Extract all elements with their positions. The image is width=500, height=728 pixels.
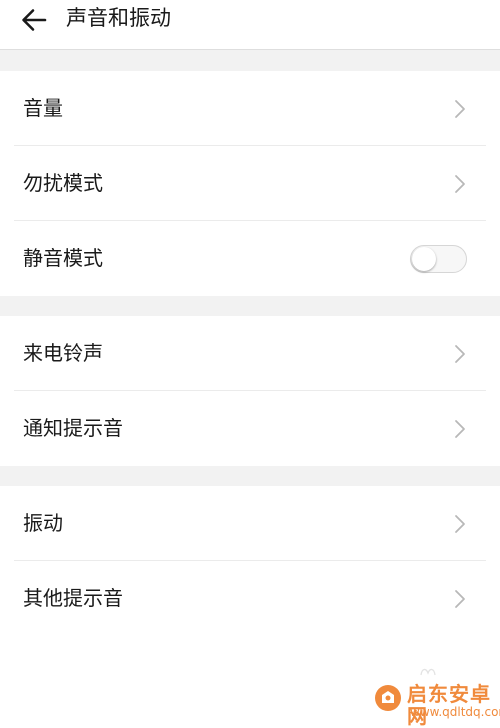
settings-group-vibration: 振动 其他提示音	[0, 486, 500, 636]
chevron-right-icon	[455, 420, 465, 438]
settings-row-other-sounds[interactable]: 其他提示音	[0, 561, 500, 636]
back-button[interactable]	[14, 2, 54, 38]
arrow-left-icon	[22, 9, 47, 31]
page-title: 声音和振动	[66, 6, 171, 30]
watermark-logo-icon	[375, 685, 401, 711]
chevron-right-icon	[455, 590, 465, 608]
settings-group-sound: 音量 勿扰模式 静音模式	[0, 71, 500, 296]
watermark-site-url: www.qdltdq.com	[410, 705, 500, 719]
settings-row-volume[interactable]: 音量	[0, 71, 500, 146]
settings-row-label: 来电铃声	[23, 341, 103, 365]
toggle-knob	[412, 247, 436, 271]
settings-row-ringtone[interactable]: 来电铃声	[0, 316, 500, 391]
settings-row-label: 其他提示音	[23, 586, 123, 610]
silent-mode-toggle[interactable]	[410, 245, 467, 273]
section-gap	[0, 466, 500, 486]
watermark-mascot-icon	[420, 668, 436, 676]
settings-row-label: 静音模式	[23, 246, 103, 270]
app-bar: 声音和振动	[0, 0, 500, 50]
settings-row-notification-sound[interactable]: 通知提示音	[0, 391, 500, 466]
settings-group-ringtones: 来电铃声 通知提示音	[0, 316, 500, 466]
settings-row-do-not-disturb[interactable]: 勿扰模式	[0, 146, 500, 221]
settings-row-vibration[interactable]: 振动	[0, 486, 500, 561]
settings-row-label: 振动	[23, 511, 63, 535]
chevron-right-icon	[455, 345, 465, 363]
settings-row-silent-mode: 静音模式	[0, 221, 500, 296]
chevron-right-icon	[455, 515, 465, 533]
section-gap	[0, 50, 500, 71]
chevron-right-icon	[455, 100, 465, 118]
settings-row-label: 音量	[23, 96, 63, 120]
settings-row-label: 勿扰模式	[23, 171, 103, 195]
section-gap	[0, 296, 500, 316]
chevron-right-icon	[455, 175, 465, 193]
settings-row-label: 通知提示音	[23, 416, 123, 440]
